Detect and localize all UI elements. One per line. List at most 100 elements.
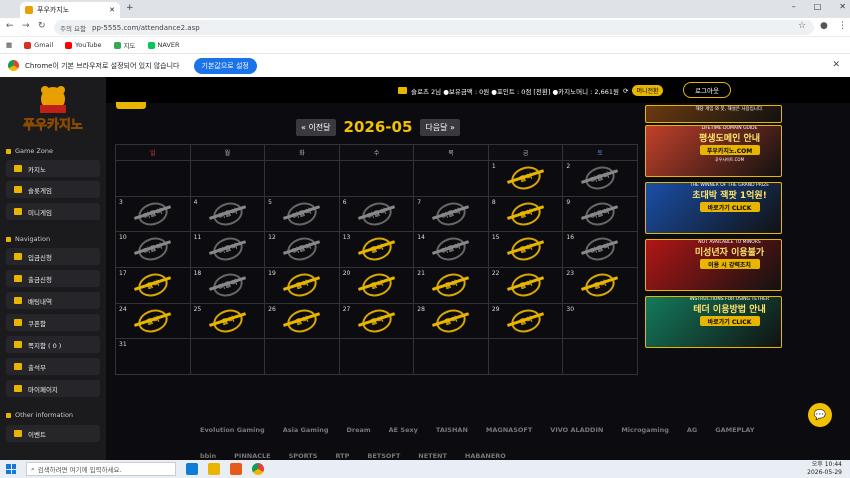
day-number: 21 xyxy=(417,269,425,277)
wallet-icon xyxy=(398,87,407,94)
sidebar-item-bet-history[interactable]: 배팅내역 xyxy=(6,292,100,309)
new-tab-button[interactable]: + xyxy=(126,3,134,13)
absent-stamp: 미출석 xyxy=(209,198,246,229)
calendar-week: 17 출석 18 미출석 19 출석 20 출석 21 출석 22 출석 23 출석 xyxy=(115,266,638,304)
chat-button[interactable]: 💬 xyxy=(808,403,832,427)
sidebar-item-casino[interactable]: 카지노 xyxy=(6,160,100,177)
present-stamp: 출석 xyxy=(508,269,544,301)
calendar-day-cell: 8 출석 xyxy=(487,195,564,233)
calendar-day-cell: 28 출석 xyxy=(413,302,489,340)
taskbar-clock[interactable]: 오후 10:44 2026-05-29 xyxy=(807,461,842,477)
prev-month-button[interactable]: « 이전달 xyxy=(296,118,336,136)
calendar-day-cell: 22 출석 xyxy=(487,266,564,304)
taskbar-search[interactable]: ⌕ 검색하려면 여기에 입력하세요. xyxy=(26,462,176,476)
banner-button[interactable]: 이용 시 강력조치 xyxy=(699,259,760,269)
browser-tab[interactable]: 푸우카지노 ✕ xyxy=(20,2,120,18)
maximize-icon[interactable]: □ xyxy=(814,2,822,11)
absent-stamp: 미출석 xyxy=(433,198,469,229)
day-number: 13 xyxy=(342,234,351,242)
money-convert-button[interactable]: 머니전환 xyxy=(632,85,663,96)
close-window-icon[interactable]: ✕ xyxy=(839,2,846,11)
bookmark-gmail[interactable]: Gmail xyxy=(24,41,53,49)
banner-button[interactable]: 바로가기 CLICK xyxy=(699,316,760,326)
banner-title: 미성년자 이용불가 xyxy=(694,248,765,258)
weekday-6: 토 xyxy=(562,144,638,161)
infobar-close-icon[interactable]: ✕ xyxy=(832,60,840,70)
url-text[interactable]: pp-5555.com/attendance2.asp xyxy=(92,24,200,32)
calendar-day-cell: 17 출석 xyxy=(115,266,191,304)
promo-banner-1[interactable]: LIFETIME DOMAIN GUIDE 평생도메인 안내 푸우카지노.COM 푸우… xyxy=(645,125,782,177)
banner-button[interactable]: 푸우카지노.COM xyxy=(699,145,760,155)
sidebar-item-coupons[interactable]: 쿠폰함 xyxy=(6,314,100,331)
folder-icon[interactable] xyxy=(208,463,220,475)
site-logo[interactable]: 푸우카지노 xyxy=(10,83,96,135)
next-month-button[interactable]: 다음달 » xyxy=(420,118,460,136)
reload-icon[interactable]: ↻ xyxy=(38,21,46,31)
banner-title: 평생도메인 안내 xyxy=(698,134,761,144)
partner-logo: SPORTS xyxy=(288,452,318,460)
sidebar-item-deposit[interactable]: 입금신청 xyxy=(6,248,100,265)
weekday-1: 월 xyxy=(189,144,266,161)
calendar-day-cell: 27 출석 xyxy=(338,302,415,340)
day-number: 1 xyxy=(491,163,496,170)
page-tab-marker xyxy=(116,102,146,109)
present-stamp: 출석 xyxy=(209,305,246,336)
gift-icon xyxy=(14,430,22,437)
partner-logo: Dream xyxy=(346,426,371,434)
sidebar-item-minigame[interactable]: 미니게임 xyxy=(6,203,100,220)
edge-icon[interactable] xyxy=(186,463,198,475)
maps-icon xyxy=(113,41,121,49)
calendar-day-cell: 4 미출석 xyxy=(189,195,266,233)
security-warning[interactable]: 주의 요함 xyxy=(60,23,86,33)
sidebar-item-events[interactable]: 이벤트 xyxy=(6,425,100,442)
calendar-day-cell: 13 출석 xyxy=(338,231,415,268)
present-stamp: 출석 xyxy=(508,162,544,194)
day-number: 2 xyxy=(566,163,571,170)
partner-logo: PINNACLE xyxy=(234,452,271,460)
profile-icon[interactable]: ● xyxy=(820,21,828,31)
menu-icon[interactable]: ⋮ xyxy=(838,21,847,31)
windows-taskbar: ⌕ 검색하려면 여기에 입력하세요. 오후 10:44 2026-05-29 xyxy=(0,460,850,478)
banner-button[interactable]: 바로가기 CLICK xyxy=(699,202,760,212)
weekday-2: 화 xyxy=(264,144,340,161)
calendar-day-cell xyxy=(338,160,415,197)
day-number: 3 xyxy=(119,198,123,206)
promo-banner-3[interactable]: NOT AVAILABLE TO MINORS 미성년자 이용불가 이용 시 강력조… xyxy=(645,239,782,291)
minimize-icon[interactable]: – xyxy=(792,2,796,11)
bookmark-star-icon[interactable]: ☆ xyxy=(798,21,806,31)
sidebar-item-slot[interactable]: 슬롯게임 xyxy=(6,181,100,198)
calendar-week: 1 출석 2 미출석 xyxy=(115,160,638,197)
day-number: 31 xyxy=(119,341,127,349)
bookmark-youtube[interactable]: YouTube xyxy=(65,41,102,49)
forward-icon[interactable]: → xyxy=(22,21,30,31)
windows-start-icon[interactable] xyxy=(6,464,16,474)
present-stamp: 출석 xyxy=(508,198,544,229)
refresh-icon[interactable]: ⟳ xyxy=(623,87,628,95)
back-icon[interactable]: ← xyxy=(6,21,14,31)
bookmark-maps[interactable]: 지도 xyxy=(113,40,136,50)
sidebar-item-attendance[interactable]: 출석부 xyxy=(6,358,100,375)
calendar-day-cell xyxy=(413,160,489,197)
absent-stamp: 미출석 xyxy=(582,162,619,194)
logout-button[interactable]: 로그아웃 xyxy=(683,82,731,98)
sidebar-item-withdraw[interactable]: 출금신청 xyxy=(6,270,100,287)
calendar-day-cell xyxy=(264,338,340,375)
omnibox[interactable]: 주의 요함 pp-5555.com/attendance2.asp xyxy=(54,20,814,35)
withdraw-icon xyxy=(14,275,22,282)
chrome-taskbar-icon[interactable] xyxy=(252,463,264,475)
promo-banner-0[interactable]: 해당 게임 와 봇, 해설은 사용입니다. xyxy=(645,105,782,123)
sidebar-item-messages[interactable]: 쪽지함 ( 0 ) xyxy=(6,336,100,353)
partner-logos: Evolution Gaming Asia Gaming Dream AE Sexy T… xyxy=(200,426,760,460)
day-number: 14 xyxy=(417,234,425,242)
calendar-day-cell xyxy=(264,160,340,197)
app-h-icon[interactable] xyxy=(230,463,242,475)
apps-icon[interactable]: ▦ xyxy=(6,41,12,49)
promo-banner-4[interactable]: INSTRUCTIONS FOR USING TETHER 테더 이용방법 안내 바… xyxy=(645,296,782,348)
tab-close-icon[interactable]: ✕ xyxy=(109,6,115,14)
promo-banner-2[interactable]: THE WINNER OF THE GRAND PRIZE 초대박 잭팟 1억원!… xyxy=(645,182,782,234)
bookmark-naver[interactable]: NAVER xyxy=(147,41,180,49)
set-default-button[interactable]: 기본값으로 설정 xyxy=(193,57,257,74)
naver-icon xyxy=(147,41,155,49)
present-stamp: 출석 xyxy=(135,305,171,336)
sidebar-item-mypage[interactable]: 마이페이지 xyxy=(6,380,100,397)
